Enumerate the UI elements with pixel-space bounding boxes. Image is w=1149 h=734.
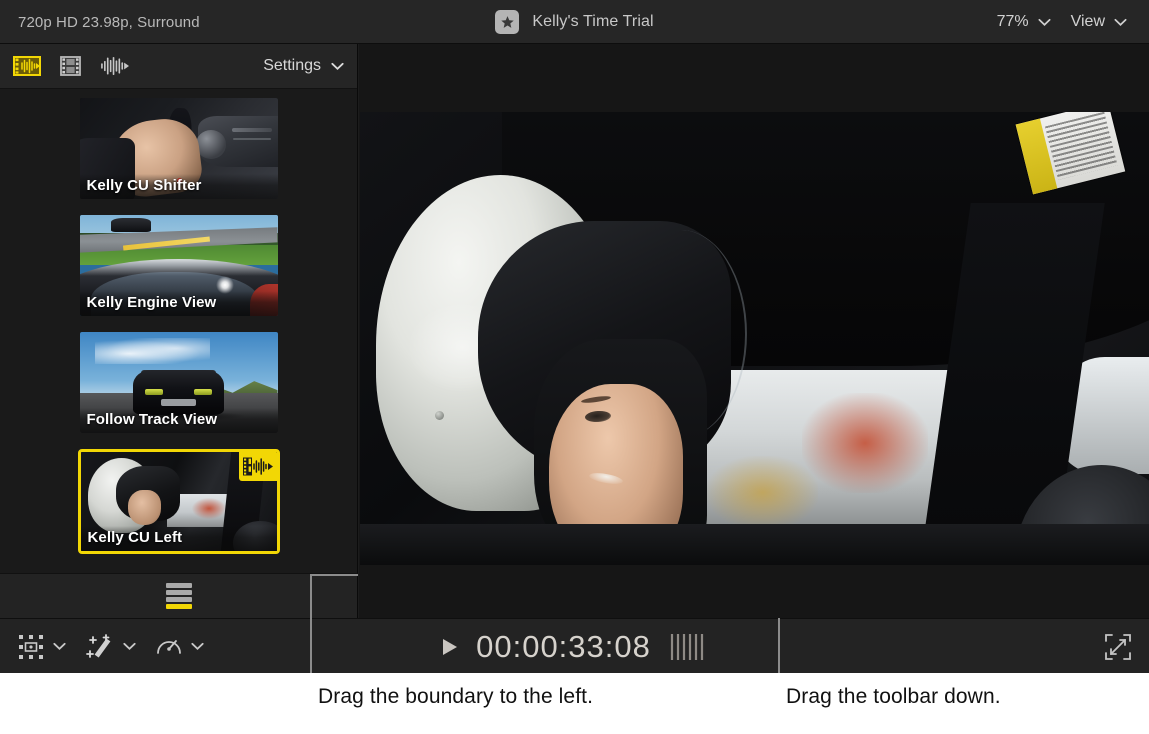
clip-label: Kelly CU Left [81, 526, 277, 551]
chevron-down-icon [331, 62, 344, 71]
chevron-down-icon [1114, 18, 1127, 27]
stacked-clips-icon[interactable] [166, 583, 192, 609]
audio-meters-icon[interactable] [668, 632, 708, 662]
title-bar: 720p HD 23.98p, Surround Kelly's Time Tr… [0, 0, 1149, 44]
settings-label: Settings [263, 57, 321, 75]
view-menu-label: View [1071, 13, 1105, 31]
callout-strip: Drag the boundary to the left. Drag the … [0, 673, 1149, 734]
chevron-down-icon [53, 642, 66, 651]
transform-crop-tool[interactable] [16, 632, 66, 662]
transform-crop-icon [16, 632, 46, 662]
boundary-leader-horizontal [311, 574, 358, 576]
star-icon[interactable] [495, 10, 519, 34]
viewer-pane: Kelly CU Left [359, 44, 1149, 618]
callout-toolbar-text: Drag the toolbar down. [786, 685, 1001, 709]
app-root: 720p HD 23.98p, Surround Kelly's Time Tr… [0, 0, 1149, 734]
video-only-filter-icon[interactable] [56, 55, 85, 78]
fullscreen-expand-icon[interactable] [1103, 632, 1133, 662]
zoom-level-button[interactable]: 77% [989, 10, 1059, 34]
page-title: Kelly's Time Trial [532, 13, 653, 31]
clip-label: Follow Track View [80, 408, 278, 433]
view-menu-button[interactable]: View [1063, 10, 1135, 34]
bottom-toolbar: 00:00:33:08 [0, 618, 1149, 673]
viewer-scene-artwork [360, 112, 1149, 565]
project-format-info: 720p HD 23.98p, Surround [18, 0, 200, 44]
list-item[interactable]: Kelly CU Shifter [80, 98, 278, 199]
magic-wand-icon [84, 632, 116, 662]
sidebar-filter-icons [12, 55, 129, 78]
speedometer-icon [154, 632, 184, 662]
title-bar-right-controls: 77% View [989, 0, 1135, 44]
chevron-down-icon [191, 642, 204, 651]
retime-speed-tool[interactable] [154, 632, 204, 662]
final-cut-window: 720p HD 23.98p, Surround Kelly's Time Tr… [0, 0, 1149, 673]
chevron-down-icon [1038, 18, 1051, 27]
clip-list[interactable]: Kelly CU Shifter Kelly Engine View [0, 89, 357, 617]
sidebar-footer [0, 573, 358, 618]
list-item[interactable]: Kelly Engine View [80, 215, 278, 316]
toolbar-right-controls [1103, 619, 1133, 674]
sidebar-toolbar: Settings [0, 44, 357, 89]
callout-boundary-text: Drag the boundary to the left. [318, 685, 593, 709]
toolbar-tools [16, 619, 204, 674]
timecode-display[interactable]: 00:00:33:08 [476, 629, 651, 665]
zoom-level-label: 77% [997, 13, 1029, 31]
viewer-image: Kelly CU Left [360, 112, 1149, 565]
enhancement-wand-tool[interactable] [84, 632, 136, 662]
list-item[interactable]: Follow Track View [80, 332, 278, 433]
clip-label: Kelly CU Shifter [80, 174, 278, 199]
clip-sidebar: Settings Kelly CU S [0, 44, 358, 573]
video-audio-filter-icon[interactable] [12, 55, 41, 78]
play-triangle-icon[interactable] [441, 637, 459, 657]
audio-only-filter-icon[interactable] [100, 55, 129, 78]
chevron-down-icon [123, 642, 136, 651]
settings-menu-button[interactable]: Settings [263, 57, 344, 75]
video-audio-badge-icon [239, 452, 277, 481]
list-item-selected[interactable]: Kelly CU Left [78, 449, 280, 554]
clip-label: Kelly Engine View [80, 291, 278, 316]
